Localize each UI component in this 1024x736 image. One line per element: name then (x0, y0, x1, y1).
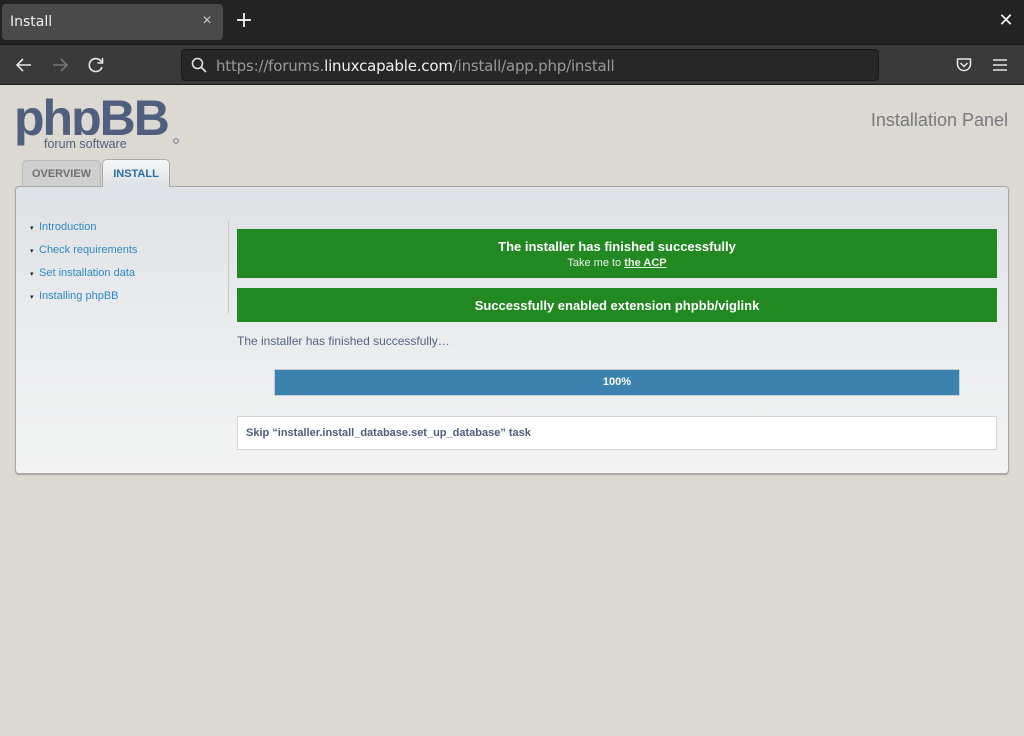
url-prefix: https://forums. (216, 57, 325, 75)
success-subtext: Take me to the ACP (237, 257, 997, 269)
tab-overview[interactable]: OVERVIEW (22, 160, 101, 187)
chevron-down-icon: ▾ (30, 248, 34, 255)
sidebar-item-installing-phpbb[interactable]: ▾ Installing phpBB (28, 290, 228, 313)
tab-install[interactable]: INSTALL (102, 159, 170, 187)
pocket-icon[interactable] (954, 55, 974, 75)
reload-icon[interactable] (84, 53, 108, 77)
sidebar-item-label[interactable]: Check requirements (39, 244, 137, 256)
tab-title: Install (10, 14, 53, 30)
status-text: The installer has finished successfully… (237, 334, 450, 348)
url-bar[interactable]: https://forums.linuxcapable.com/install/… (181, 49, 879, 81)
sidebar-item-introduction[interactable]: ▾ Introduction (28, 221, 228, 244)
sidebar-item-check-requirements[interactable]: ▾ Check requirements (28, 244, 228, 267)
log-message: Skip “installer.install_database.set_up_… (246, 427, 531, 439)
success-title: The installer has finished successfully (498, 239, 736, 254)
url-text[interactable]: https://forums.linuxcapable.com/install/… (216, 57, 615, 75)
url-path: /install/app.php/install (452, 57, 615, 75)
sidebar-nav: ▾ Introduction ▾ Check requirements ▾ Se… (28, 221, 228, 313)
tab-close-icon[interactable]: × (200, 12, 214, 30)
phpbb-logo[interactable]: phpBB forum software (14, 90, 182, 151)
sidebar-divider (228, 221, 229, 313)
search-icon (190, 56, 208, 74)
url-host: linuxcapable.com (324, 57, 453, 75)
chevron-down-icon: ▾ (30, 294, 34, 301)
sidebar-item-set-installation-data[interactable]: ▾ Set installation data (28, 267, 228, 290)
progress-bar: 100% (274, 369, 960, 396)
installation-panel-title: Installation Panel (870, 110, 1008, 130)
new-tab-icon[interactable]: + (234, 9, 254, 33)
acp-link[interactable]: the ACP (624, 257, 666, 269)
success-message-box: The installer has finished successfully … (237, 229, 997, 278)
log-message-box: Skip “installer.install_database.set_up_… (237, 416, 997, 450)
hamburger-menu-icon[interactable] (990, 55, 1010, 75)
back-arrow-icon[interactable] (12, 53, 36, 77)
browser-tab[interactable]: Install × (2, 4, 223, 40)
forward-arrow-icon[interactable] (48, 53, 72, 77)
sidebar-item-label[interactable]: Set installation data (39, 267, 135, 279)
chevron-down-icon: ▾ (30, 271, 34, 278)
acp-prefix: Take me to (567, 257, 625, 269)
sidebar-item-label[interactable]: Installing phpBB (39, 290, 119, 302)
progress-label: 100% (602, 376, 632, 388)
sidebar-item-label[interactable]: Introduction (39, 221, 96, 233)
chevron-down-icon: ▾ (30, 225, 34, 232)
window-close-icon[interactable]: ✕ (996, 11, 1016, 31)
extension-success-box: Successfully enabled extension phpbb/vig… (237, 288, 997, 322)
browser-nav-bar: https://forums.linuxcapable.com/install/… (0, 44, 1024, 85)
logo-subtext: forum software (44, 137, 127, 151)
install-panel: ▾ Introduction ▾ Check requirements ▾ Se… (15, 186, 1009, 474)
extension-message: Successfully enabled extension phpbb/vig… (474, 298, 760, 313)
browser-tab-bar: Install × + ✕ (0, 0, 1024, 44)
